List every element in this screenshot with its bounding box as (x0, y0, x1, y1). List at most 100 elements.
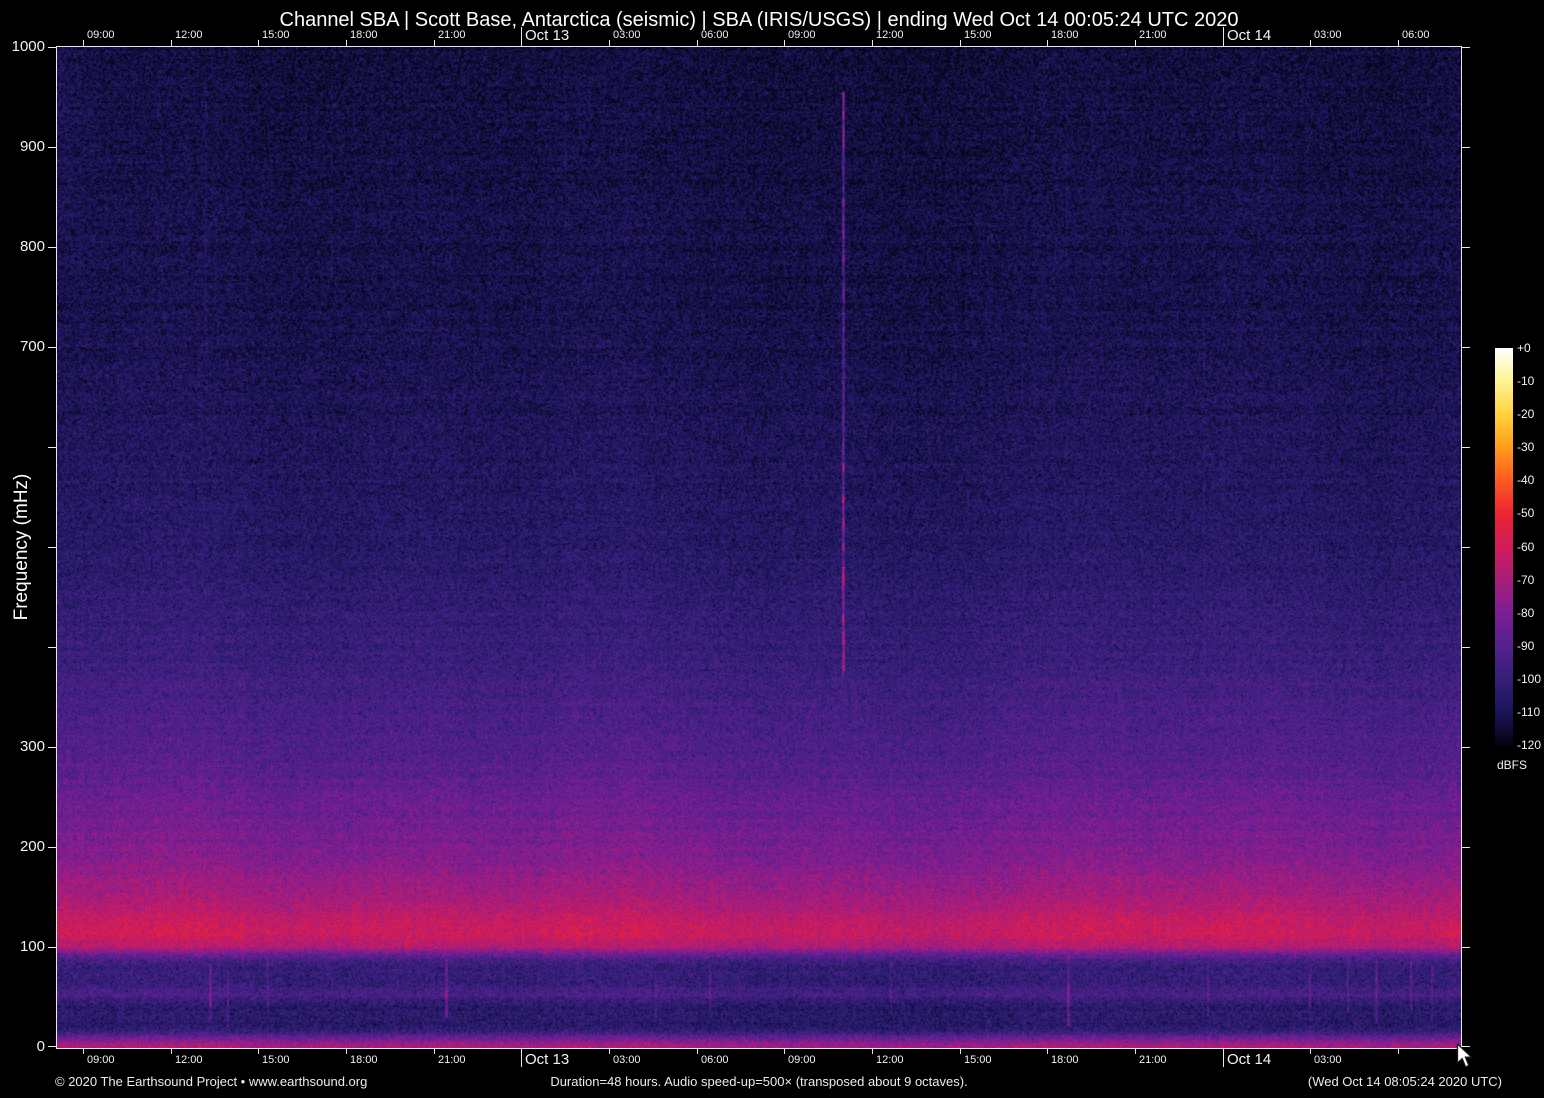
time-tick-label: 12:00 (175, 1054, 203, 1066)
time-tick-label: 18:00 (350, 29, 378, 41)
time-tick-label: 12:00 (876, 1054, 904, 1066)
top-time-axis: 09:00 12:00 15:00 18:00 21:00 Oct 13 03:00 06:0… (57, 26, 1461, 46)
time-tick (697, 40, 698, 46)
freq-tick-label: 100 (20, 938, 45, 955)
time-tick-label: 18:00 (1051, 29, 1079, 41)
time-tick (1398, 1048, 1399, 1054)
time-tick-label: 09:00 (788, 29, 816, 41)
time-tick (1135, 40, 1136, 46)
time-tick (258, 40, 259, 46)
freq-tick (48, 1046, 57, 1047)
time-tick-label: 15:00 (262, 1054, 290, 1066)
time-tick-label: 03:00 (613, 1054, 641, 1066)
time-tick-label: Oct 14 (1227, 1051, 1271, 1068)
spectrogram-app: Channel SBA | Scott Base, Antarctica (se… (0, 0, 1544, 1098)
freq-tick (48, 47, 57, 48)
time-tick-label: 03:00 (613, 29, 641, 41)
frequency-axis-title: Frequency (mHz) (11, 474, 33, 621)
freq-tick (1461, 247, 1470, 248)
time-tick (960, 1048, 961, 1054)
time-tick-label: 18:00 (1051, 1054, 1079, 1066)
time-tick-label: 21:00 (438, 1054, 466, 1066)
colorbar-tick-label: -20 (1517, 407, 1534, 421)
time-tick (434, 40, 435, 46)
freq-tick (1461, 847, 1470, 848)
time-tick (1223, 1048, 1224, 1067)
colorbar-tick-label: +0 (1517, 341, 1531, 355)
freq-tick (1461, 147, 1470, 148)
freq-tick (48, 847, 57, 848)
freq-tick (48, 447, 57, 448)
freq-tick-label: 800 (20, 238, 45, 255)
time-tick (609, 40, 610, 46)
freq-tick (48, 347, 57, 348)
freq-tick (48, 947, 57, 948)
time-tick-label: Oct 14 (1227, 27, 1271, 44)
time-tick (609, 1048, 610, 1054)
colorbar-tick-label: -30 (1517, 440, 1534, 454)
colorbar-tick-label: -40 (1517, 473, 1534, 487)
freq-tick-label: 300 (20, 738, 45, 755)
time-tick-label: 09:00 (788, 1054, 816, 1066)
colorbar-tick-label: -80 (1517, 606, 1534, 620)
freq-tick-label: 200 (20, 838, 45, 855)
time-tick (346, 1048, 347, 1054)
freq-tick (1461, 447, 1470, 448)
time-tick (258, 1048, 259, 1054)
bottom-time-axis: 09:0012:0015:0018:0021:00Oct 1303:0006:0… (57, 1048, 1461, 1070)
time-tick-label: 09:00 (87, 29, 115, 41)
spectrogram-plot (56, 46, 1462, 1049)
time-tick (872, 1048, 873, 1054)
time-tick-label: 18:00 (350, 1054, 378, 1066)
time-tick (521, 27, 522, 46)
time-tick-label: 15:00 (964, 29, 992, 41)
time-tick-label: Oct 13 (525, 27, 569, 44)
freq-tick (48, 147, 57, 148)
time-tick (1135, 1048, 1136, 1054)
colorbar-tick-label: -120 (1517, 738, 1541, 752)
colorbar-tick-label: -110 (1517, 705, 1540, 719)
time-tick-label: 21:00 (1139, 29, 1167, 41)
time-tick (1310, 1048, 1311, 1054)
freq-tick-label: 1000 (12, 38, 45, 55)
freq-tick-label: 700 (20, 338, 45, 355)
colorbar-unit-label: dBFS (1492, 758, 1532, 772)
time-tick (171, 40, 172, 46)
time-tick-label: 15:00 (964, 1054, 992, 1066)
colorbar-tick-label: -100 (1517, 672, 1541, 686)
freq-tick (1461, 547, 1470, 548)
time-tick (784, 40, 785, 46)
mouse-cursor (1456, 1043, 1476, 1071)
freq-tick (48, 547, 57, 548)
footer-timestamp: (Wed Oct 14 08:05:24 2020 UTC) (1100, 1074, 1502, 1089)
colorbar-tick-label: -90 (1517, 639, 1534, 653)
time-tick (434, 1048, 435, 1054)
freq-tick (1461, 47, 1470, 48)
time-tick (1047, 40, 1048, 46)
time-tick-label: 06:00 (1402, 29, 1430, 41)
time-tick-label: 06:00 (701, 29, 729, 41)
freq-tick (48, 647, 57, 648)
colorbar-gradient (1495, 348, 1513, 745)
time-tick (1223, 27, 1224, 46)
time-tick (1310, 40, 1311, 46)
time-tick (784, 1048, 785, 1054)
time-tick (83, 1048, 84, 1054)
time-tick-label: 12:00 (175, 29, 203, 41)
time-tick-label: 06:00 (701, 1054, 729, 1066)
colorbar-tick-label: -10 (1517, 374, 1534, 388)
freq-tick (1461, 747, 1470, 748)
time-tick-label: 03:00 (1314, 29, 1342, 41)
time-tick (960, 40, 961, 46)
colorbar-tick-label: -60 (1517, 540, 1534, 554)
time-tick-label: 21:00 (1139, 1054, 1167, 1066)
colorbar-tick-label: -70 (1517, 573, 1534, 587)
time-tick (1398, 40, 1399, 46)
freq-tick (48, 247, 57, 248)
time-tick-label: 15:00 (262, 29, 290, 41)
time-tick (83, 40, 84, 46)
freq-tick-label: 0 (37, 1038, 45, 1055)
frequency-axis-ticks-right (1461, 47, 1470, 1047)
time-tick (1047, 1048, 1048, 1054)
time-tick-label: 21:00 (438, 29, 466, 41)
